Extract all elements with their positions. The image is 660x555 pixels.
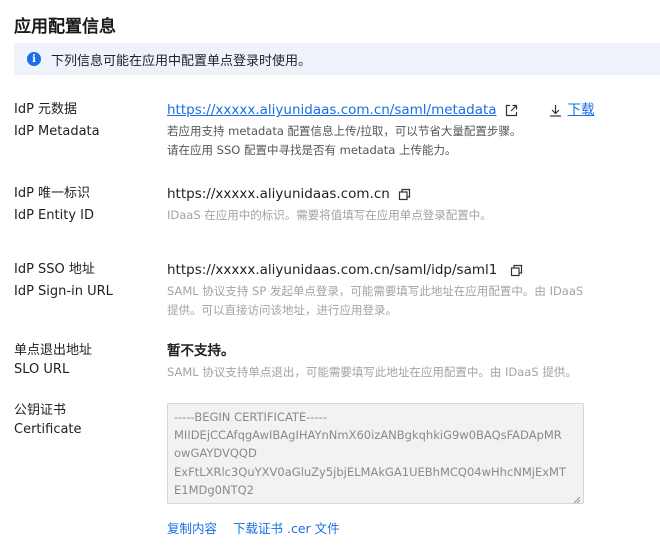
slo-label: 单点退出地址 SLO URL [14, 340, 92, 381]
resize-handle-icon[interactable] [571, 491, 581, 503]
slo-value-area: 暂不支持。 SAML 协议支持单点退出，可能需要填写此地址在应用配置中。由 ID… [167, 340, 647, 382]
slo-label-en: SLO URL [14, 362, 70, 377]
info-alert: i 下列信息可能在应用中配置单点登录时使用。 [14, 43, 660, 75]
download-cert-link[interactable]: 下载证书 .cer 文件 [233, 518, 340, 537]
external-link-icon[interactable] [505, 103, 519, 117]
entity-id-hint: IDaaS 在应用中的标识。需要将值填写在应用单点登录配置中。 [167, 208, 492, 222]
cert-line: MIIDEjCCAfqgAwIBAgIHAYnNmX60izANBgkqhkiG… [174, 428, 562, 443]
entity-id-value: https://xxxxx.aliyunidaas.com.cn [167, 186, 390, 202]
metadata-url-link[interactable]: https://xxxxx.aliyunidaas.com.cn/saml/me… [167, 99, 497, 121]
sso-url-label-en: IdP Sign-in URL [14, 284, 113, 299]
certificate-label: 公钥证书 Certificate [14, 403, 82, 441]
certificate-label-en: Certificate [14, 422, 82, 437]
metadata-desc-1: 若应用支持 metadata 配置信息上传/拉取，可以节省大量配置步骤。 [167, 124, 522, 138]
sso-url-value-area: https://xxxxx.aliyunidaas.com.cn/saml/id… [167, 259, 647, 320]
entity-id-label: IdP 唯一标识 IdP Entity ID [14, 183, 94, 227]
metadata-desc-2: 请在应用 SSO 配置中寻找是否有 metadata 上传能力。 [167, 143, 457, 157]
metadata-label: IdP 元数据 IdP Metadata [14, 99, 100, 143]
metadata-value-area: https://xxxxx.aliyunidaas.com.cn/saml/me… [167, 99, 647, 160]
info-icon: i [27, 52, 41, 66]
download-label: 下载 [567, 102, 595, 118]
sso-url-hint-2: 提供。可以直接访问该地址，进行应用登录。 [167, 303, 397, 317]
download-icon [549, 104, 562, 117]
sso-url-label: IdP SSO 地址 IdP Sign-in URL [14, 259, 113, 303]
sso-url-hint-1: SAML 协议支持 SP 发起单点登录，可能需要填写此地址在应用配置中。由 ID… [167, 284, 584, 298]
slo-value: 暂不支持。 [167, 343, 235, 359]
copy-icon[interactable] [398, 187, 412, 201]
metadata-label-en: IdP Metadata [14, 124, 100, 139]
metadata-download-button[interactable]: 下载 [549, 99, 595, 121]
entity-id-label-en: IdP Entity ID [14, 208, 94, 223]
copy-icon[interactable] [509, 263, 523, 277]
sso-url-value: https://xxxxx.aliyunidaas.com.cn/saml/id… [167, 262, 498, 278]
certificate-textarea[interactable]: -----BEGIN CERTIFICATE----- MIIDEjCCAfqg… [167, 403, 584, 504]
cert-line: -----BEGIN CERTIFICATE----- [174, 410, 327, 424]
entity-id-value-area: https://xxxxx.aliyunidaas.com.cn IDaaS 在… [167, 183, 647, 225]
page-title: 应用配置信息 [14, 17, 116, 37]
cert-line: ExFtLXRlc3QuYXV0aGluZy5jbjELMAkGA1UEBhMC… [174, 464, 566, 479]
certificate-actions: 复制内容 下载证书 .cer 文件 [167, 518, 340, 537]
slo-hint: SAML 协议支持单点退出，可能需要填写此地址在应用配置中。由 IDaaS 提供… [167, 365, 577, 379]
copy-content-link[interactable]: 复制内容 [167, 518, 217, 537]
cert-line: owGAYDVQQD [174, 446, 257, 461]
sso-url-label-zh: IdP SSO 地址 [14, 262, 95, 277]
metadata-label-zh: IdP 元数据 [14, 102, 78, 117]
cert-line: E1MDg0NTQ2 [174, 482, 254, 497]
entity-id-label-zh: IdP 唯一标识 [14, 186, 91, 201]
alert-text: 下列信息可能在应用中配置单点登录时使用。 [51, 53, 312, 69]
